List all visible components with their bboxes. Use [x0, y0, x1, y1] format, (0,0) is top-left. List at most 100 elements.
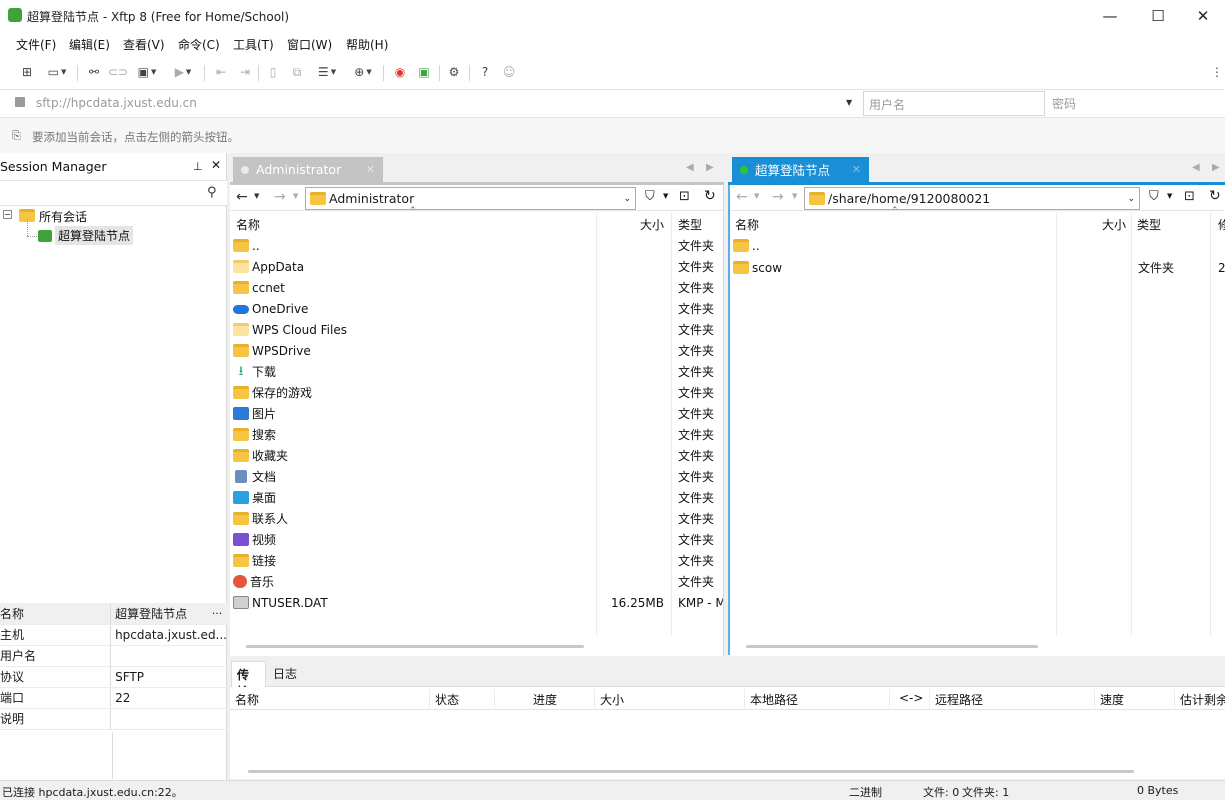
- tab-close-icon[interactable]: ✕: [366, 163, 375, 176]
- remote-col-type[interactable]: 类型: [1137, 216, 1161, 233]
- menu-help[interactable]: 帮助(H): [346, 36, 388, 53]
- local-file-row[interactable]: 搜索 文件夹: [233, 424, 723, 445]
- menu-tools[interactable]: 工具(T): [233, 36, 274, 53]
- local-file-row[interactable]: WPSDrive 文件夹: [233, 340, 723, 361]
- transfer-col-status[interactable]: 状态: [435, 691, 459, 708]
- panel-close-icon[interactable]: ✕: [211, 158, 221, 172]
- transfer-col-size[interactable]: 大小: [600, 691, 624, 708]
- address-dropdown-icon[interactable]: ▼: [846, 98, 852, 107]
- back-arrow-icon[interactable]: ←: [736, 189, 748, 205]
- local-path-input[interactable]: Administrator ⌄: [305, 187, 636, 210]
- new-folder-icon[interactable]: ⊡: [1184, 189, 1195, 204]
- close-button[interactable]: ✕: [1180, 0, 1225, 32]
- refresh-icon[interactable]: ↻: [1209, 188, 1221, 204]
- refresh-icon[interactable]: ↻: [704, 188, 716, 204]
- transfer-col-speed[interactable]: 速度: [1100, 691, 1124, 708]
- local-file-row[interactable]: 链接 文件夹: [233, 550, 723, 571]
- tab-scroll-right-icon[interactable]: ▶: [706, 162, 714, 173]
- transfer-col-progress[interactable]: 进度: [533, 691, 557, 708]
- forward-arrow-icon[interactable]: →: [274, 189, 286, 205]
- menu-file[interactable]: 文件(F): [16, 36, 56, 53]
- local-horizontal-scrollbar[interactable]: [246, 645, 584, 648]
- local-file-row[interactable]: ccnet 文件夹: [233, 277, 723, 298]
- tree-item-session[interactable]: 超算登陆节点: [55, 226, 134, 245]
- transfer-col-remote-path[interactable]: 远程路径: [935, 691, 983, 708]
- address-url[interactable]: sftp://hpcdata.jxust.edu.cn: [36, 96, 197, 110]
- local-file-row[interactable]: 图片 文件夹: [233, 403, 723, 424]
- transfer-col-direction[interactable]: <->: [899, 691, 923, 705]
- menu-command[interactable]: 命令(C): [178, 36, 220, 53]
- transfer-col-eta[interactable]: 估计剩余: [1180, 691, 1225, 708]
- local-file-row[interactable]: .. 文件夹: [233, 235, 723, 256]
- tab-scroll-right-icon[interactable]: ▶: [1212, 162, 1220, 173]
- back-dropdown-icon[interactable]: ▼: [254, 192, 259, 200]
- local-col-name[interactable]: 名称: [236, 216, 260, 233]
- bookmark-icon[interactable]: ⛉: [645, 189, 655, 204]
- copy-icon[interactable]: ▯: [264, 64, 282, 80]
- tree-item-all-sessions[interactable]: 所有会话: [39, 208, 87, 225]
- tab-log[interactable]: 日志: [273, 665, 297, 682]
- path-dropdown-icon[interactable]: ⌄: [1127, 194, 1135, 204]
- minimize-button[interactable]: —: [1087, 0, 1133, 32]
- open-session-icon[interactable]: ▭ ▼: [43, 64, 71, 80]
- bookmark-icon[interactable]: ⛉: [1149, 189, 1159, 204]
- upload-icon[interactable]: ⇤: [212, 64, 230, 80]
- new-session-icon[interactable]: ⊞: [18, 64, 36, 80]
- remote-file-row[interactable]: scow 文件夹 2: [733, 257, 1225, 278]
- remote-path-input[interactable]: /share/home/9120080021 ⌄: [804, 187, 1140, 210]
- add-session-arrow-icon[interactable]: ⎘: [12, 129, 21, 143]
- tab-scroll-left-icon[interactable]: ◀: [686, 162, 694, 173]
- local-file-row[interactable]: 桌面 文件夹: [233, 487, 723, 508]
- username-field[interactable]: 用户名: [863, 91, 1045, 116]
- tree-collapse-icon[interactable]: −: [3, 210, 12, 219]
- view-list-icon[interactable]: ☰ ▼: [313, 64, 341, 80]
- local-col-size[interactable]: 大小: [640, 216, 664, 233]
- forward-arrow-icon[interactable]: →: [772, 189, 784, 205]
- bookmark-dropdown-icon[interactable]: ▼: [1167, 192, 1172, 200]
- search-icon[interactable]: ⚲: [207, 185, 217, 200]
- pin-icon[interactable]: ⊥: [193, 160, 203, 173]
- local-file-row[interactable]: OneDrive 文件夹: [233, 298, 723, 319]
- encoding-globe-icon[interactable]: ⊕ ▼: [349, 64, 377, 80]
- download-icon[interactable]: ⇥: [236, 64, 254, 80]
- tab-scroll-left-icon[interactable]: ◀: [1192, 162, 1200, 173]
- settings-gear-icon[interactable]: ⚙: [445, 64, 463, 80]
- back-dropdown-icon[interactable]: ▼: [754, 192, 759, 200]
- tab-transfer[interactable]: 传输: [231, 661, 266, 699]
- local-file-row[interactable]: NTUSER.DAT 16.25MB KMP - M: [233, 592, 723, 613]
- toolbar-overflow-icon[interactable]: ⋮: [1211, 64, 1223, 80]
- local-file-row[interactable]: 视频 文件夹: [233, 529, 723, 550]
- path-dropdown-icon[interactable]: ⌄: [623, 194, 631, 204]
- local-file-row[interactable]: 音乐 文件夹: [233, 571, 723, 592]
- reconnect-icon[interactable]: ⊂⊃: [108, 64, 128, 80]
- forward-dropdown-icon[interactable]: ▼: [293, 192, 298, 200]
- feedback-icon[interactable]: ☺: [500, 64, 518, 80]
- local-file-row[interactable]: ⭳ 下载 文件夹: [233, 361, 723, 382]
- menu-edit[interactable]: 编辑(E): [69, 36, 110, 53]
- transfer-col-name[interactable]: 名称: [235, 691, 259, 708]
- local-file-row[interactable]: AppData 文件夹: [233, 256, 723, 277]
- local-file-row[interactable]: WPS Cloud Files 文件夹: [233, 319, 723, 340]
- tab-close-icon[interactable]: ✕: [852, 163, 861, 176]
- forward-dropdown-icon[interactable]: ▼: [792, 192, 797, 200]
- remote-col-modified[interactable]: 修: [1218, 216, 1225, 233]
- tab-local[interactable]: Administrator ✕: [233, 157, 383, 182]
- xftp-icon[interactable]: ▣: [415, 64, 433, 80]
- new-window-icon[interactable]: ▣ ▼: [133, 64, 161, 80]
- local-file-row[interactable]: 文档 文件夹: [233, 466, 723, 487]
- transfer-icon[interactable]: ▶ ▼: [169, 64, 197, 80]
- disconnect-icon[interactable]: ⚯: [85, 64, 103, 80]
- paste-icon[interactable]: ⧉: [288, 64, 306, 80]
- remote-file-row[interactable]: ..: [733, 235, 760, 256]
- session-search-input[interactable]: [0, 180, 227, 206]
- new-folder-icon[interactable]: ⊡: [679, 189, 690, 204]
- transfer-horizontal-scrollbar[interactable]: [248, 770, 1134, 773]
- remote-horizontal-scrollbar[interactable]: [746, 645, 1038, 648]
- password-field[interactable]: 密码: [1047, 91, 1225, 116]
- menu-window[interactable]: 窗口(W): [287, 36, 332, 53]
- tab-remote[interactable]: 超算登陆节点 ✕: [732, 157, 869, 182]
- prop-more-button[interactable]: ...: [208, 604, 226, 623]
- local-file-row[interactable]: 保存的游戏 文件夹: [233, 382, 723, 403]
- maximize-button[interactable]: ☐: [1135, 0, 1181, 32]
- help-icon[interactable]: ?: [476, 64, 494, 80]
